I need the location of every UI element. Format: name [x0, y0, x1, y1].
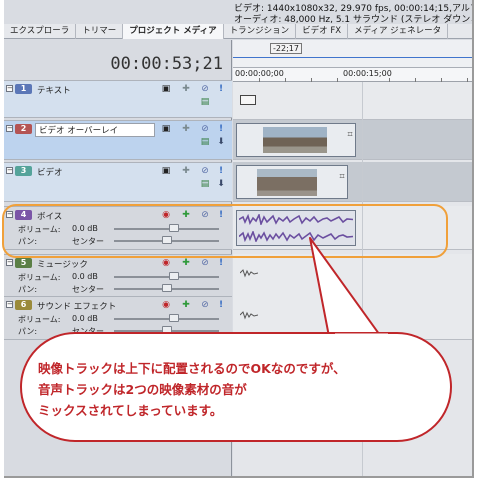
mute-icon[interactable]: ⊘ [200, 124, 210, 134]
track-header-video-overlay[interactable]: − 2 ビデオ オーバーレイ ▣ ✚ ⊘ ! ▤ ⬇ [4, 120, 232, 160]
lane-video[interactable]: ⌗ [233, 162, 472, 202]
record-icon[interactable]: ◉ [161, 300, 171, 310]
tab-video-fx[interactable]: ビデオ FX [296, 24, 349, 39]
collapse-icon[interactable]: − [6, 301, 13, 308]
crop-icon[interactable]: ⌗ [345, 130, 355, 140]
compositing-icon[interactable]: ▤ [200, 97, 210, 107]
track-number-badge: 2 [15, 124, 32, 134]
track-header-text[interactable]: − 1 テキスト ▣ ✚ ⊘ ! ▤ [4, 80, 232, 118]
crop-icon[interactable]: ⌗ [337, 172, 347, 182]
video-clip[interactable]: ⌗ [236, 165, 348, 199]
lane-music[interactable] [233, 254, 472, 298]
tab-transitions[interactable]: トランジション [224, 24, 297, 39]
compositing-icon[interactable]: ▤ [200, 137, 210, 147]
time-ruler[interactable]: 00:00:00;00 00:00:15;00 [233, 68, 472, 82]
tab-project-media[interactable]: プロジェクト メディア [123, 24, 224, 39]
solo-icon[interactable]: ! [216, 300, 226, 310]
track-name[interactable]: テキスト [37, 84, 71, 96]
track-number-badge: 3 [15, 166, 32, 176]
pan-slider-handle[interactable] [162, 284, 172, 292]
video-overlay-clip[interactable]: ⌗ [236, 123, 356, 157]
record-icon[interactable]: ◉ [161, 258, 171, 268]
volume-value: 0.0 dB [72, 272, 98, 281]
track-number-badge: 5 [15, 258, 32, 268]
ruler-label-start: 00:00:00;00 [235, 69, 284, 78]
clip-thumbnail [257, 169, 317, 196]
collapse-icon[interactable]: − [6, 259, 13, 266]
track-number-badge: 1 [15, 84, 32, 94]
track-name-input[interactable]: ビデオ オーバーレイ [35, 123, 155, 137]
solo-icon[interactable]: ! [216, 166, 226, 176]
compositing-icon[interactable]: ▤ [200, 179, 210, 189]
track-number-badge: 6 [15, 300, 32, 310]
solo-icon[interactable]: ! [216, 124, 226, 134]
voice-track-highlight [2, 204, 448, 258]
track-name[interactable]: サウンド エフェクト [37, 300, 116, 312]
text-generator-icon[interactable] [240, 95, 256, 105]
callout-line-3: ミックスされてしまっています。 [38, 403, 223, 418]
collapse-icon[interactable]: − [6, 167, 13, 174]
solo-icon[interactable]: ! [216, 258, 226, 268]
track-fx-icon[interactable]: ✚ [181, 258, 191, 268]
callout-text: 映像トラックは上下に配置されるのでOKなのですが、 音声トラックは2つの映像素材… [38, 358, 438, 421]
arrow-down-icon[interactable]: ⬇ [216, 137, 226, 147]
tab-explorer[interactable]: エクスプローラ [4, 24, 77, 39]
track-fx-icon[interactable]: ✚ [181, 124, 191, 134]
audio-placeholder-icon [240, 311, 258, 320]
track-fx-icon[interactable]: ✚ [181, 166, 191, 176]
track-fx-icon[interactable]: ✚ [181, 300, 191, 310]
track-fx-icon[interactable]: ✚ [181, 84, 191, 94]
track-motion-icon[interactable]: ▣ [161, 166, 171, 176]
callout-line-2: 音声トラックは2つの映像素材の音が [38, 382, 247, 397]
collapse-icon[interactable]: − [6, 85, 13, 92]
timecode-display: 00:00:53;21 [110, 54, 223, 74]
mute-icon[interactable]: ⊘ [200, 84, 210, 94]
arrow-down-icon[interactable]: ⬇ [216, 179, 226, 189]
tab-media-generators[interactable]: メディア ジェネレータ [348, 24, 449, 39]
mute-icon[interactable]: ⊘ [200, 166, 210, 176]
volume-slider[interactable] [114, 276, 219, 278]
clip-thumbnail [263, 127, 327, 153]
track-header-video[interactable]: − 3 ビデオ ▣ ✚ ⊘ ! ▤ ⬇ [4, 162, 232, 202]
solo-icon[interactable]: ! [216, 84, 226, 94]
marker-bar[interactable]: -22;17 [233, 40, 472, 68]
pan-label: パン: [18, 327, 38, 336]
track-header-music[interactable]: − 5 ミュージック ◉ ✚ ⊘ ! ボリューム: 0.0 dB パン: センタ… [4, 254, 232, 298]
tab-trimmer[interactable]: トリマー [76, 24, 124, 39]
track-name[interactable]: ミュージック [37, 258, 88, 270]
loop-region-marker[interactable]: -22;17 [270, 43, 302, 54]
window-tab-bar: エクスプローラ トリマー プロジェクト メディア トランジション ビデオ FX … [4, 24, 472, 39]
track-motion-icon[interactable]: ▣ [161, 124, 171, 134]
track-motion-icon[interactable]: ▣ [161, 84, 171, 94]
collapse-icon[interactable]: − [6, 125, 13, 132]
volume-slider-handle[interactable] [169, 314, 179, 322]
callout-line-1: 映像トラックは上下に配置されるのでOKなのですが、 [38, 361, 346, 376]
volume-slider[interactable] [114, 318, 219, 320]
mute-icon[interactable]: ⊘ [200, 300, 210, 310]
volume-label: ボリューム: [18, 273, 61, 282]
audio-placeholder-icon [240, 269, 258, 278]
lane-text[interactable] [233, 82, 472, 120]
ruler-label-mid: 00:00:15;00 [343, 69, 392, 78]
volume-slider-handle[interactable] [169, 272, 179, 280]
mute-icon[interactable]: ⊘ [200, 258, 210, 268]
volume-value: 0.0 dB [72, 314, 98, 323]
volume-label: ボリューム: [18, 315, 61, 324]
pan-label: パン: [18, 285, 38, 294]
track-name[interactable]: ビデオ [37, 166, 63, 178]
loop-region-line [233, 57, 472, 58]
pan-value: センター [72, 285, 104, 294]
lane-video-overlay[interactable]: ⌗ [233, 120, 472, 160]
